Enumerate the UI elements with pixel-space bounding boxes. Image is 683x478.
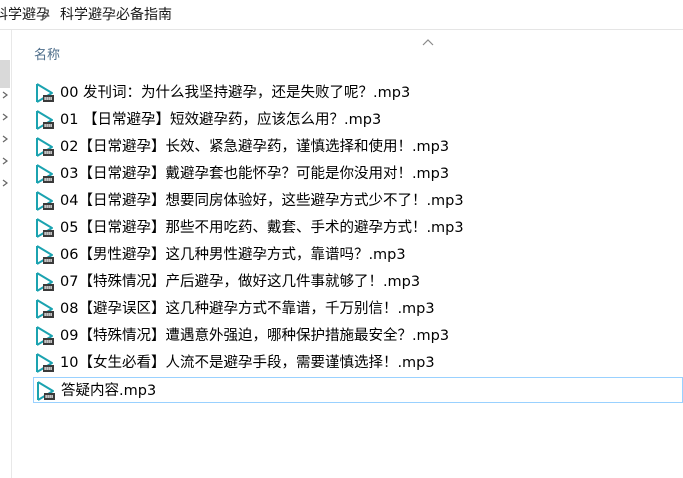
file-row[interactable]: 04【日常避孕】想要同房体验好，这些避孕方式少不了！.mp3 bbox=[33, 188, 683, 214]
audio-file-icon bbox=[36, 326, 54, 346]
file-row[interactable]: 02【日常避孕】长效、紧急避孕药，谨慎选择和使用！.mp3 bbox=[33, 134, 683, 160]
audio-file-icon bbox=[36, 353, 54, 373]
audio-file-icon bbox=[36, 272, 54, 292]
file-name[interactable]: 04【日常避孕】想要同房体验好，这些避孕方式少不了！.mp3 bbox=[60, 192, 464, 210]
file-name[interactable]: 09【特殊情况】遭遇意外强迫，哪种保护措施最安全？.mp3 bbox=[60, 327, 449, 345]
file-row[interactable]: 01 【日常避孕】短效避孕药，应该怎么用？.mp3 bbox=[33, 107, 683, 133]
file-name[interactable]: 答疑内容.mp3 bbox=[61, 382, 156, 400]
file-name[interactable]: 01 【日常避孕】短效避孕药，应该怎么用？.mp3 bbox=[60, 111, 381, 129]
nav-selected-item[interactable] bbox=[0, 60, 10, 88]
address-bar[interactable]: 科学避孕 科学避孕必备指南 bbox=[0, 0, 683, 30]
file-row[interactable]: 00 发刊词：为什么我坚持避孕，还是失败了呢？.mp3 bbox=[33, 80, 683, 106]
file-row[interactable]: 03【日常避孕】戴避孕套也能怀孕？可能是你没用对！.mp3 bbox=[33, 161, 683, 187]
file-row[interactable]: 09【特殊情况】遭遇意外强迫，哪种保护措施最安全？.mp3 bbox=[33, 323, 683, 349]
file-row[interactable]: 08【避孕误区】这几种避孕方式不靠谱，千万别信！.mp3 bbox=[33, 296, 683, 322]
expand-chevron-icon[interactable] bbox=[1, 179, 9, 187]
audio-file-icon bbox=[36, 191, 54, 211]
file-name[interactable]: 03【日常避孕】戴避孕套也能怀孕？可能是你没用对！.mp3 bbox=[60, 165, 449, 183]
file-name[interactable]: 06【男性避孕】这几种男性避孕方式，靠谱吗？.mp3 bbox=[60, 246, 406, 264]
audio-file-icon bbox=[36, 164, 54, 184]
expand-chevron-icon[interactable] bbox=[1, 113, 9, 121]
file-row[interactable]: 10【女生必看】人流不是避孕手段，需要谨慎选择！.mp3 bbox=[33, 350, 683, 376]
sort-ascending-icon[interactable] bbox=[422, 38, 434, 46]
file-row[interactable]: 答疑内容.mp3 bbox=[33, 377, 683, 403]
audio-file-icon bbox=[36, 137, 54, 157]
audio-file-icon bbox=[36, 83, 54, 103]
file-row[interactable]: 05【日常避孕】那些不用吃药、戴套、手术的避孕方式！.mp3 bbox=[33, 215, 683, 241]
file-name[interactable]: 10【女生必看】人流不是避孕手段，需要谨慎选择！.mp3 bbox=[60, 354, 435, 372]
file-row[interactable]: 07【特殊情况】产后避孕，做好这几件事就够了！.mp3 bbox=[33, 269, 683, 295]
file-name[interactable]: 05【日常避孕】那些不用吃药、戴套、手术的避孕方式！.mp3 bbox=[60, 219, 464, 237]
file-name[interactable]: 07【特殊情况】产后避孕，做好这几件事就够了！.mp3 bbox=[60, 273, 420, 291]
expand-chevron-icon[interactable] bbox=[1, 91, 9, 99]
audio-file-icon bbox=[36, 218, 54, 238]
audio-file-icon bbox=[36, 245, 54, 265]
chevron-right-icon[interactable] bbox=[40, 9, 52, 21]
audio-file-icon bbox=[36, 299, 54, 319]
breadcrumb-current[interactable]: 科学避孕必备指南 bbox=[60, 7, 172, 23]
navigation-pane[interactable] bbox=[0, 30, 12, 478]
audio-file-icon bbox=[37, 381, 55, 401]
file-name[interactable]: 02【日常避孕】长效、紧急避孕药，谨慎选择和使用！.mp3 bbox=[60, 138, 449, 156]
file-name[interactable]: 08【避孕误区】这几种避孕方式不靠谱，千万别信！.mp3 bbox=[60, 300, 435, 318]
audio-file-icon bbox=[36, 110, 54, 130]
expand-chevron-icon[interactable] bbox=[1, 135, 9, 143]
file-row[interactable]: 06【男性避孕】这几种男性避孕方式，靠谱吗？.mp3 bbox=[33, 242, 683, 268]
column-header-name[interactable]: 名称 bbox=[34, 48, 60, 64]
expand-chevron-icon[interactable] bbox=[1, 157, 9, 165]
file-name[interactable]: 00 发刊词：为什么我坚持避孕，还是失败了呢？.mp3 bbox=[60, 84, 410, 102]
